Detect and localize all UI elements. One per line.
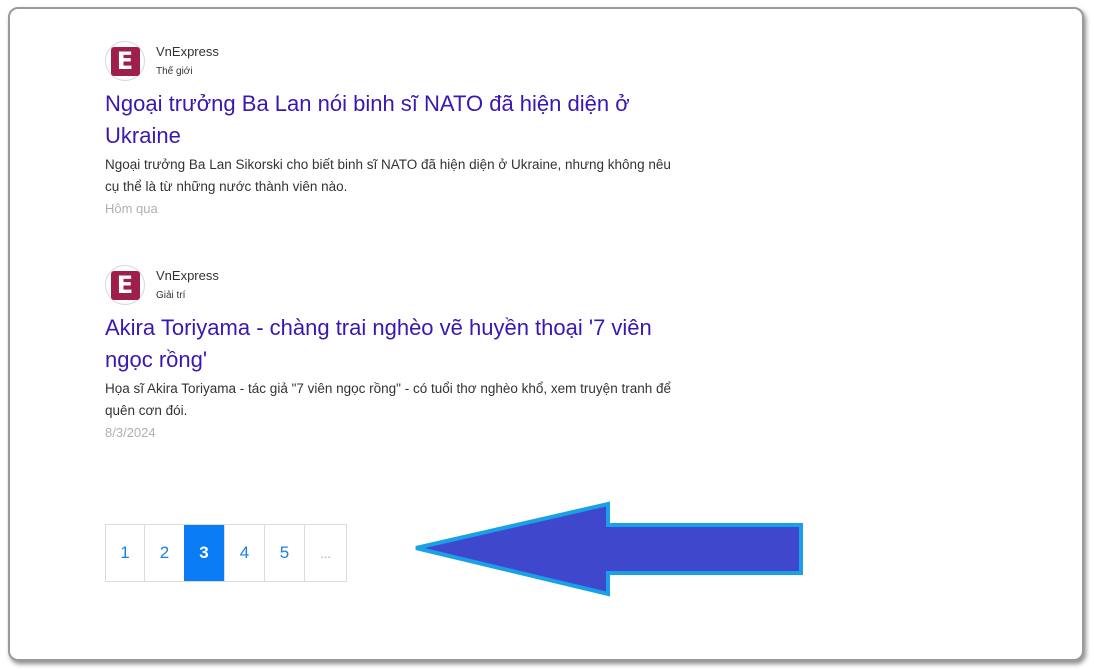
pagination: 1 2 3 4 5 ...: [105, 524, 347, 582]
article-date: Hôm qua: [105, 201, 158, 216]
article-date: 8/3/2024: [105, 425, 156, 440]
source-category: Thế giới: [156, 65, 193, 77]
page-4-button[interactable]: 4: [224, 525, 264, 581]
page-5-button[interactable]: 5: [264, 525, 304, 581]
page-3-button-active[interactable]: 3: [184, 525, 224, 581]
article-source: E VnExpress Giải trí: [105, 264, 685, 306]
page-2-button[interactable]: 2: [144, 525, 184, 581]
article-title-link[interactable]: Akira Toriyama - chàng trai nghèo vẽ huy…: [105, 312, 665, 376]
article-description: Ngoại trưởng Ba Lan Sikorski cho biết bi…: [105, 157, 671, 194]
page-1-button[interactable]: 1: [106, 525, 144, 581]
source-category: Giải trí: [156, 289, 186, 301]
article-card: E VnExpress Giải trí Akira Toriyama - ch…: [105, 264, 685, 443]
pagination-ellipsis-button[interactable]: ...: [304, 525, 346, 581]
logo-letter: E: [110, 46, 140, 76]
vnexpress-logo-icon: E: [105, 265, 145, 305]
left-arrow-icon: [415, 501, 803, 597]
article-description: Họa sĩ Akira Toriyama - tác giả "7 viên …: [105, 381, 671, 418]
logo-letter: E: [110, 270, 140, 300]
article-card: E VnExpress Thế giới Ngoại trưởng Ba Lan…: [105, 40, 685, 219]
source-name: VnExpress: [156, 43, 219, 59]
article-source: E VnExpress Thế giới: [105, 40, 685, 82]
source-name: VnExpress: [156, 267, 219, 283]
article-title-link[interactable]: Ngoại trưởng Ba Lan nói binh sĩ NATO đã …: [105, 88, 665, 152]
vnexpress-logo-icon: E: [105, 41, 145, 81]
